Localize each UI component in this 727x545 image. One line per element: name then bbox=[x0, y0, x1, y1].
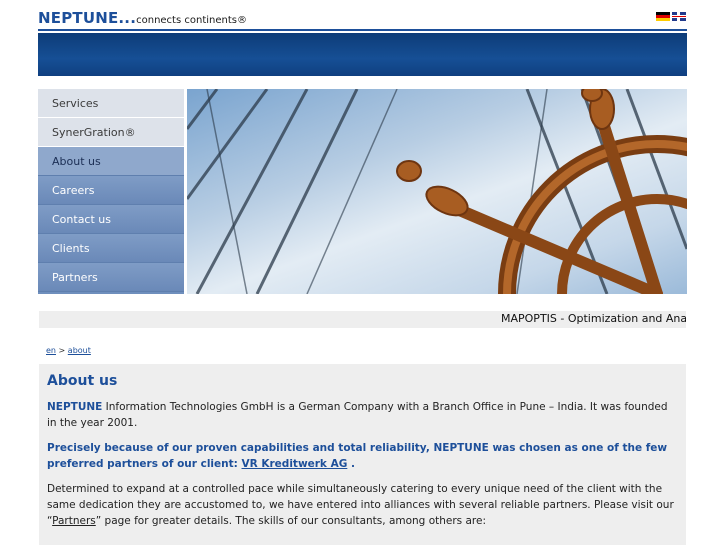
logo-brand: NEPTUNE... bbox=[38, 9, 137, 27]
nav-item-about-us[interactable]: About us bbox=[38, 147, 184, 176]
company-name: NEPTUNE bbox=[47, 401, 103, 413]
page-title: About us bbox=[47, 373, 118, 389]
uk-flag-icon[interactable] bbox=[672, 12, 686, 21]
partner-text: Precisely because of our proven capabili… bbox=[47, 442, 668, 470]
expansion-paragraph: Determined to expand at a controlled pac… bbox=[47, 481, 678, 529]
vr-kreditwerk-link[interactable]: VR Kreditwerk AG bbox=[242, 458, 348, 470]
breadcrumb: en > about bbox=[46, 346, 91, 355]
nav-item-synergration[interactable]: SynerGration® bbox=[38, 118, 184, 147]
intro-paragraph: NEPTUNE Information Technologies GmbH is… bbox=[47, 399, 678, 431]
ticker-text[interactable]: MAPOPTIS - Optimization and Anal bbox=[501, 312, 686, 325]
nav-item-clients[interactable]: Clients bbox=[38, 234, 184, 263]
nav-item-services[interactable]: Services bbox=[38, 89, 184, 118]
logo-tagline: connects continents® bbox=[136, 15, 247, 26]
nav-item-partners[interactable]: Partners bbox=[38, 263, 184, 292]
main-content: About us NEPTUNE Information Technologie… bbox=[39, 364, 686, 545]
nav-item-careers[interactable]: Careers bbox=[38, 176, 184, 205]
sidebar-nav: Services SynerGration® About us Careers … bbox=[38, 89, 184, 294]
news-ticker[interactable]: MAPOPTIS - Optimization and Anal bbox=[39, 311, 686, 328]
header-banner bbox=[38, 33, 687, 76]
breadcrumb-root-link[interactable]: en bbox=[46, 346, 56, 355]
partner-paragraph: Precisely because of our proven capabili… bbox=[47, 440, 678, 472]
partners-page-link[interactable]: Partners bbox=[52, 515, 96, 527]
german-flag-icon[interactable] bbox=[656, 12, 670, 21]
nav-item-contact-us[interactable]: Contact us bbox=[38, 205, 184, 234]
header-divider bbox=[38, 29, 687, 31]
site-logo[interactable]: NEPTUNE...connects continents® bbox=[38, 8, 247, 27]
ship-wheel-illustration bbox=[187, 89, 687, 294]
expansion-suffix: ” page for greater details. The skills o… bbox=[95, 515, 486, 527]
intro-text: Information Technologies GmbH is a Germa… bbox=[47, 401, 668, 429]
partner-suffix: . bbox=[347, 458, 355, 470]
language-switcher bbox=[656, 12, 686, 21]
breadcrumb-current-link[interactable]: about bbox=[68, 346, 91, 355]
hero-image-ship-wheel bbox=[187, 89, 687, 294]
breadcrumb-separator: > bbox=[58, 346, 66, 355]
